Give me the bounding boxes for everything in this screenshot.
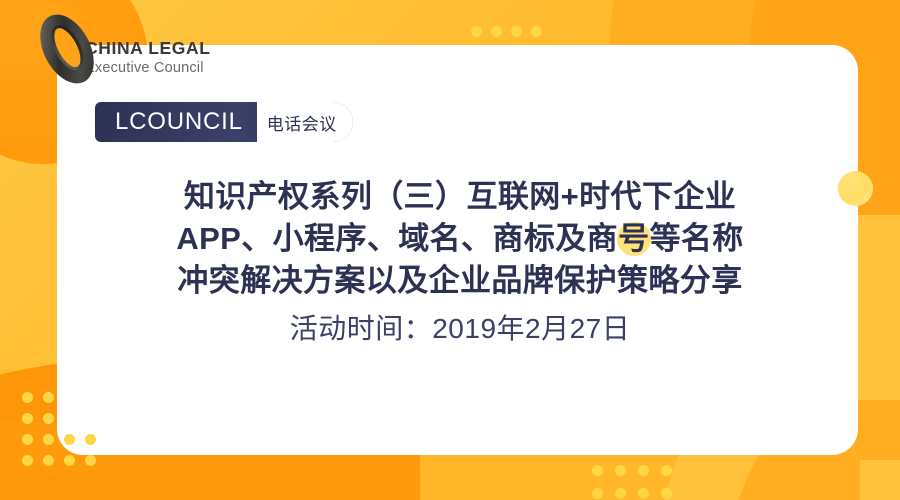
decorative-dot xyxy=(22,455,33,466)
decorative-dot xyxy=(22,434,33,445)
badge-tag-label: 电话会议 xyxy=(256,102,353,142)
decorative-dot xyxy=(43,413,54,424)
decorative-corner-bottom-right xyxy=(860,460,900,500)
decorative-dot xyxy=(491,26,502,37)
decorative-dot xyxy=(22,413,33,424)
decorative-dot xyxy=(592,465,603,476)
title-line-3: 冲突解决方案以及企业品牌保护策略分享 xyxy=(177,263,743,298)
decorative-dot xyxy=(615,465,626,476)
decorative-dot xyxy=(531,26,542,37)
title-line-2: APP、小程序、域名、商标及商号等名称 xyxy=(90,218,830,260)
dot-grid-top xyxy=(471,26,542,37)
decorative-dot xyxy=(43,434,54,445)
decorative-dot xyxy=(85,455,96,466)
decorative-dot xyxy=(615,488,626,499)
event-title: 知识产权系列（三）互联网+时代下企业 APP、小程序、域名、商标及商号等名称 冲… xyxy=(90,176,830,302)
decorative-dot xyxy=(471,26,482,37)
decorative-dot xyxy=(43,455,54,466)
ring-logo-icon xyxy=(40,14,94,84)
decorative-dot xyxy=(511,26,522,37)
title-highlight-char: 号 xyxy=(618,218,649,260)
decorative-dot xyxy=(64,455,75,466)
decorative-dot xyxy=(43,392,54,403)
decorative-dot xyxy=(638,465,649,476)
title-line-1: 知识产权系列（三）互联网+时代下企业 xyxy=(183,179,737,214)
lcouncil-badge: LCOUNCIL 电话会议 xyxy=(95,102,353,142)
title-line-2-part-b: 等名称 xyxy=(649,221,744,256)
event-poster: CHINA LEGAL Executive Council LCOUNCIL 电… xyxy=(0,0,900,500)
decorative-dot xyxy=(661,488,672,499)
title-line-2-part-a: APP、小程序、域名、商标及商 xyxy=(176,221,619,256)
dot-grid-bottom-right xyxy=(592,465,672,499)
decorative-dot xyxy=(661,465,672,476)
decorative-dot xyxy=(22,392,33,403)
event-date: 活动时间：2019年2月27日 xyxy=(289,313,631,344)
decorative-dot xyxy=(592,488,603,499)
badge-main-label: LCOUNCIL xyxy=(115,108,243,135)
decorative-dot xyxy=(638,488,649,499)
